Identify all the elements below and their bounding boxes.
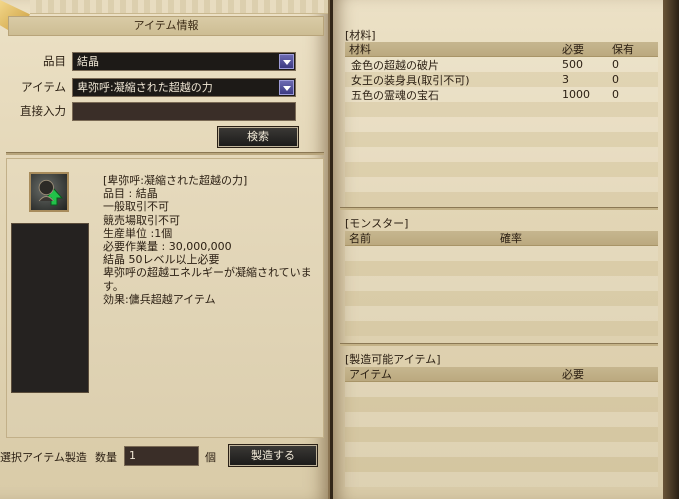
table-row: [345, 442, 658, 457]
direct-input-label: 直接入力: [20, 104, 66, 118]
divider: [6, 152, 324, 155]
item-preview-box: [11, 223, 89, 393]
crystal-upgrade-icon[interactable]: [29, 172, 69, 212]
materials-rows: 金色の超越の破片 500 0 女王の装身具(取引不可) 3 0 五色の霊魂の宝石…: [345, 57, 658, 207]
table-row: [345, 147, 658, 162]
desc-line: す。: [103, 279, 124, 293]
item-row: アイテム 卑弥呼:凝縮された超越の力: [0, 76, 296, 98]
table-row: [345, 246, 658, 261]
desc-line: 競売場取引不可: [103, 213, 180, 227]
col-required: 必要: [562, 43, 584, 56]
table-row: [345, 382, 658, 397]
table-row: [345, 306, 658, 321]
material-owned: 0: [612, 88, 619, 101]
material-required: 3: [562, 73, 569, 86]
direct-input-field[interactable]: [72, 101, 296, 121]
top-ornament: [30, 0, 328, 14]
character-portrait-icon: [38, 179, 54, 202]
table-row: [345, 132, 658, 147]
left-page: アイテム情報 品目 結晶 アイテム 卑弥呼:凝縮された超越の力 直接入力 検索: [0, 0, 330, 499]
table-row: [345, 321, 658, 336]
desc-line: 生産単位 :1個: [103, 226, 173, 240]
craftable-rows: [345, 382, 658, 487]
material-owned: 0: [612, 73, 619, 86]
quantity-input[interactable]: 1: [124, 446, 199, 466]
book-edge: [663, 0, 679, 499]
monster-rows: [345, 246, 658, 336]
category-label: 品目: [43, 54, 66, 68]
divider: [340, 343, 658, 346]
craft-label: 選択アイテム製造: [0, 451, 87, 464]
desc-line: 卑弥呼の超越エネルギーが凝縮されていま: [103, 266, 312, 280]
material-name: 金色の超越の破片: [351, 58, 439, 72]
materials-table: 材料 必要 保有 金色の超越の破片 500 0 女王の装身具(取引不可) 3 0…: [345, 42, 658, 207]
materials-header: 材料 必要 保有: [345, 42, 658, 57]
item-description: [卑弥呼:凝縮された超越の力] 品目 : 結晶 一般取引不可 競売場取引不可 生…: [103, 174, 323, 306]
item-info-header: アイテム情報: [8, 16, 324, 36]
quantity-label: 数量: [95, 451, 117, 464]
table-row: [345, 397, 658, 412]
col-name: 名前: [349, 232, 371, 245]
table-row[interactable]: 五色の霊魂の宝石 1000 0: [345, 87, 658, 102]
col-rate: 確率: [500, 232, 522, 245]
book-window: アイテム情報 品目 結晶 アイテム 卑弥呼:凝縮された超越の力 直接入力 検索: [0, 0, 679, 499]
craftable-header: アイテム 必要: [345, 367, 658, 382]
monster-title: [モンスター]: [345, 217, 409, 230]
search-button[interactable]: 検索: [218, 127, 298, 147]
dropdown-arrow-icon[interactable]: [279, 79, 294, 95]
table-row: [345, 192, 658, 207]
desc-line: 結晶 50レベル以上必要: [103, 253, 220, 267]
category-select[interactable]: 結晶: [72, 51, 296, 71]
divider: [340, 207, 658, 210]
direct-input-row: 直接入力: [0, 100, 296, 122]
item-select[interactable]: 卑弥呼:凝縮された超越の力: [72, 77, 296, 97]
category-select-value: 結晶: [77, 54, 99, 68]
unit-label: 個: [205, 451, 216, 464]
category-row: 品目 結晶: [0, 50, 296, 72]
table-row: [345, 457, 658, 472]
desc-line: 一般取引不可: [103, 200, 169, 214]
craftable-table: アイテム 必要: [345, 367, 658, 487]
table-row: [345, 162, 658, 177]
table-row[interactable]: 女王の装身具(取引不可) 3 0: [345, 72, 658, 87]
craft-button[interactable]: 製造する: [229, 445, 317, 466]
item-select-value: 卑弥呼:凝縮された超越の力: [77, 80, 213, 94]
desc-line: 品目 : 結晶: [103, 187, 158, 201]
dropdown-arrow-icon[interactable]: [279, 53, 294, 69]
monster-header: 名前 確率: [345, 231, 658, 246]
table-row[interactable]: 金色の超越の破片 500 0: [345, 57, 658, 72]
item-label: アイテム: [21, 80, 66, 94]
col-material: 材料: [349, 43, 371, 56]
table-row: [345, 102, 658, 117]
desc-line: 効果:傭兵超越アイテム: [103, 292, 216, 306]
col-item: アイテム: [349, 368, 392, 381]
material-required: 1000: [562, 88, 590, 101]
craftable-title: [製造可能アイテム]: [345, 353, 441, 366]
col-required: 必要: [562, 368, 584, 381]
desc-line: [卑弥呼:凝縮された超越の力]: [103, 174, 248, 187]
table-row: [345, 427, 658, 442]
material-required: 500: [562, 58, 583, 71]
desc-line: 必要作業量 : 30,000,000: [103, 240, 232, 254]
table-row: [345, 412, 658, 427]
table-row: [345, 177, 658, 192]
material-owned: 0: [612, 58, 619, 71]
table-row: [345, 261, 658, 276]
table-row: [345, 472, 658, 487]
monster-table: 名前 確率: [345, 231, 658, 336]
material-name: 女王の装身具(取引不可): [351, 73, 470, 87]
table-row: [345, 117, 658, 132]
table-row: [345, 276, 658, 291]
material-name: 五色の霊魂の宝石: [351, 88, 439, 102]
table-row: [345, 291, 658, 306]
col-owned: 保有: [612, 43, 634, 56]
